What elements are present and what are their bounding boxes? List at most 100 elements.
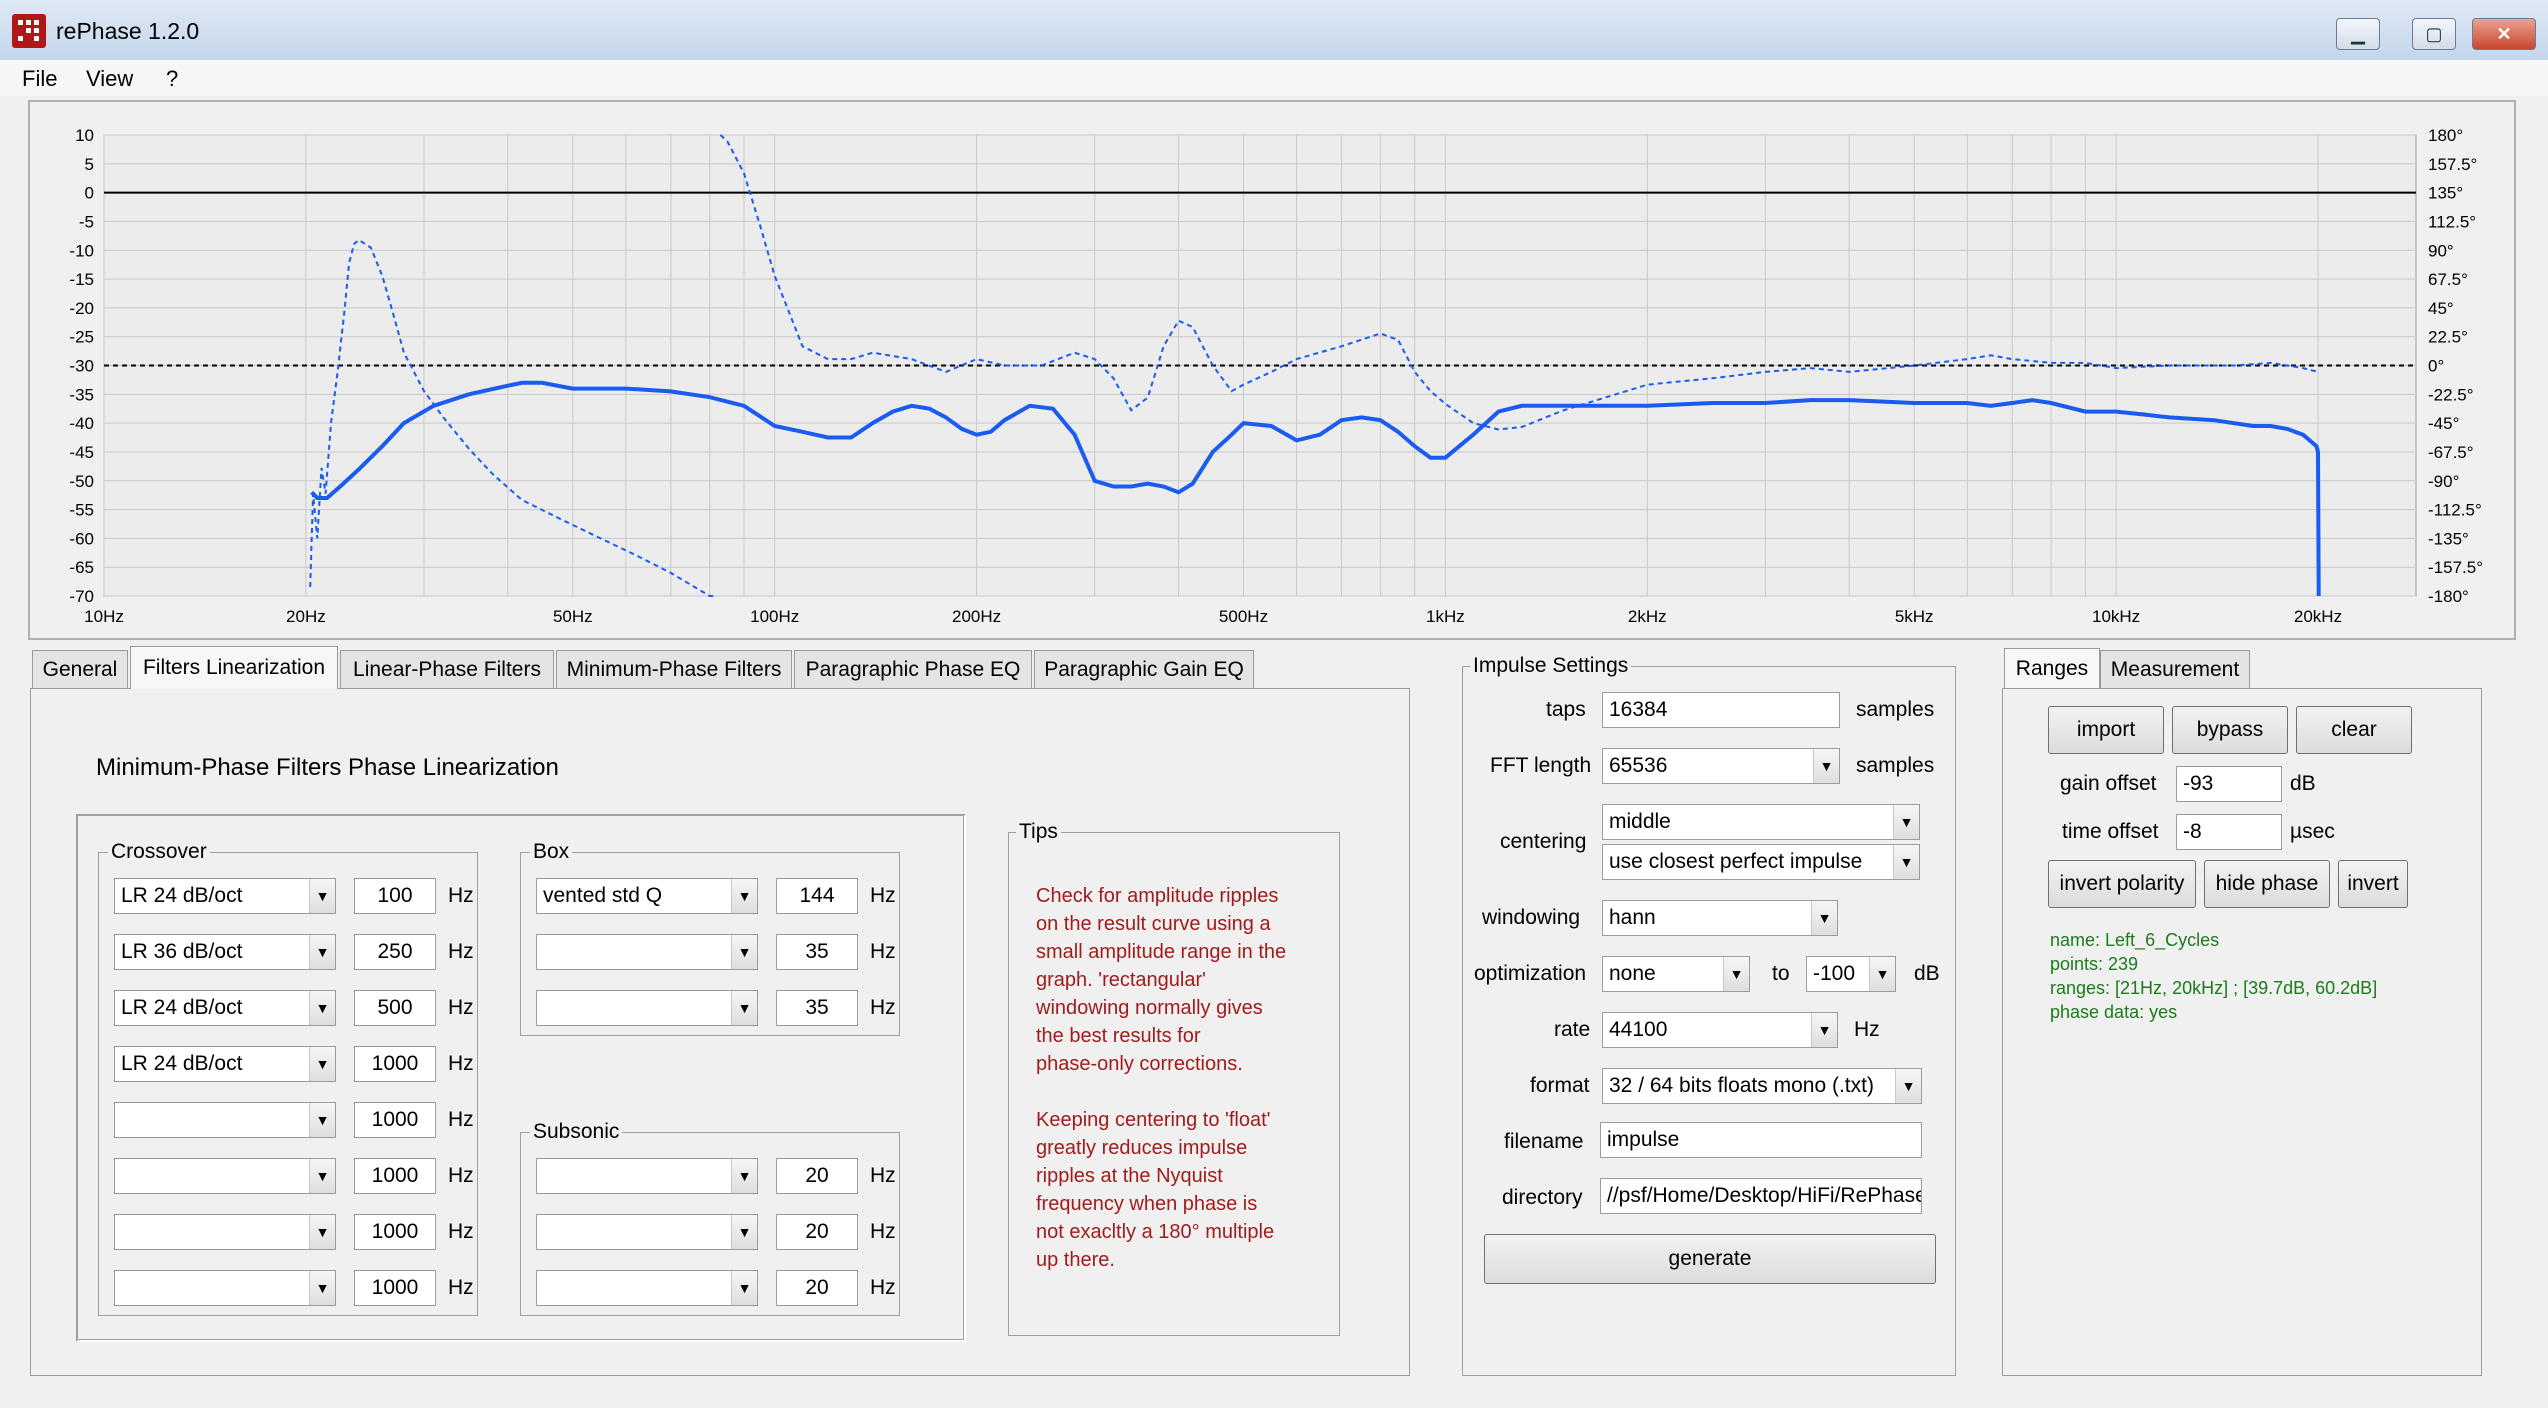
bypass-button[interactable]: bypass <box>2172 706 2288 754</box>
x-tick-label: 5kHz <box>1895 607 1934 626</box>
subsonic-type-select[interactable]: ▼ <box>536 1214 758 1250</box>
tips-line: ripples at the Nyquist <box>1036 1165 1223 1187</box>
box-freq-input[interactable]: 35 <box>776 934 858 970</box>
box-freq-input[interactable]: 144 <box>776 878 858 914</box>
gain-offset-input[interactable]: -93 <box>2176 766 2282 802</box>
tips-line: the best results for <box>1036 1025 1201 1047</box>
subsonic-freq-input[interactable]: 20 <box>776 1214 858 1250</box>
y-tick-label: -60 <box>69 529 94 548</box>
crossover-type-select[interactable]: LR 24 dB/oct ▼ <box>114 990 336 1026</box>
close-button[interactable]: ✕ <box>2472 18 2536 50</box>
crossover-freq-input[interactable]: 1000 <box>354 1046 436 1082</box>
y-tick-label: -20 <box>69 299 94 318</box>
crossover-type-select[interactable]: LR 24 dB/oct ▼ <box>114 878 336 914</box>
chevron-down-icon: ▼ <box>731 1159 757 1193</box>
box-freq-input[interactable]: 35 <box>776 990 858 1026</box>
menu-view[interactable]: View <box>86 66 133 92</box>
title-bar <box>0 0 2548 61</box>
rate-select[interactable]: 44100 ▼ <box>1602 1012 1838 1048</box>
graph-panel[interactable]: 10 180° 5 157.5° 0 135° -5 112.5° -10 90° -15 67.5°… <box>28 100 2516 640</box>
time-offset-input[interactable]: -8 <box>2176 814 2282 850</box>
chevron-down-icon: ▼ <box>309 1271 335 1305</box>
tips-label: Tips <box>1016 820 1061 844</box>
format-label: format <box>1530 1074 1590 1097</box>
crossover-type-select[interactable]: ▼ <box>114 1102 336 1138</box>
x-tick-label: 10Hz <box>84 607 124 626</box>
box-type-select[interactable]: ▼ <box>536 934 758 970</box>
x-tick-label: 50Hz <box>553 607 593 626</box>
crossover-type-select[interactable]: LR 36 dB/oct ▼ <box>114 934 336 970</box>
maximize-button[interactable]: ▢ <box>2412 18 2456 50</box>
crossover-hz-label: Hz <box>448 940 474 963</box>
crossover-hz-label: Hz <box>448 884 474 907</box>
tab-paragraphic-gain-eq[interactable]: Paragraphic Gain EQ <box>1034 650 1254 688</box>
crossover-freq-input[interactable]: 1000 <box>354 1214 436 1250</box>
directory-label: directory <box>1502 1186 1583 1209</box>
tab-linear-phase-filters[interactable]: Linear-Phase Filters <box>340 650 554 688</box>
subsonic-type-select[interactable]: ▼ <box>536 1158 758 1194</box>
filename-input[interactable]: impulse <box>1600 1122 1922 1158</box>
tab-measurement[interactable]: Measurement <box>2100 650 2250 688</box>
y-tick-label: 5 <box>85 155 94 174</box>
chevron-down-icon: ▼ <box>1723 957 1749 991</box>
crossover-freq-input[interactable]: 1000 <box>354 1158 436 1194</box>
y2-tick-label: 22.5° <box>2428 328 2468 347</box>
chevron-down-icon: ▼ <box>309 1159 335 1193</box>
menu-file[interactable]: File <box>22 66 57 92</box>
x-tick-label: 100Hz <box>750 607 799 626</box>
y-tick-label: -40 <box>69 414 94 433</box>
invert-polarity-button[interactable]: invert polarity <box>2048 860 2196 908</box>
minimize-button[interactable]: ▁ <box>2336 18 2380 50</box>
box-type-select[interactable]: ▼ <box>536 990 758 1026</box>
chevron-down-icon: ▼ <box>731 1271 757 1305</box>
optimization-select[interactable]: none ▼ <box>1602 956 1750 992</box>
tips-line: on the result curve using a <box>1036 913 1271 935</box>
taps-input[interactable]: 16384 <box>1602 692 1840 728</box>
centering-select[interactable]: middle ▼ <box>1602 804 1920 840</box>
crossover-type-select[interactable]: LR 24 dB/oct ▼ <box>114 1046 336 1082</box>
box-type-select[interactable]: vented std Q ▼ <box>536 878 758 914</box>
menu-help[interactable]: ? <box>166 66 178 92</box>
subsonic-type-select[interactable]: ▼ <box>536 1270 758 1306</box>
rate-hz-label: Hz <box>1854 1018 1880 1041</box>
crossover-hz-label: Hz <box>448 1164 474 1187</box>
chevron-down-icon: ▼ <box>731 1215 757 1249</box>
y2-tick-label: -135° <box>2428 529 2469 548</box>
crossover-type-select[interactable]: ▼ <box>114 1214 336 1250</box>
centering-mode-select[interactable]: use closest perfect impulse ▼ <box>1602 844 1920 880</box>
import-button[interactable]: import <box>2048 706 2164 754</box>
crossover-freq-input[interactable]: 1000 <box>354 1102 436 1138</box>
tips-line: windowing normally gives <box>1036 997 1263 1019</box>
windowing-select[interactable]: hann ▼ <box>1602 900 1838 936</box>
tab-paragraphic-phase-eq[interactable]: Paragraphic Phase EQ <box>794 650 1032 688</box>
response-graph[interactable]: 10 180° 5 157.5° 0 135° -5 112.5° -10 90° -15 67.5°… <box>30 102 2514 638</box>
crossover-freq-input[interactable]: 250 <box>354 934 436 970</box>
directory-input[interactable]: //psf/Home/Desktop/HiFi/RePhase <box>1600 1178 1922 1214</box>
crossover-freq-input[interactable]: 1000 <box>354 1270 436 1306</box>
fft-length-select[interactable]: 65536 ▼ <box>1602 748 1840 784</box>
crossover-freq-input[interactable]: 100 <box>354 878 436 914</box>
tab-filters-linearization[interactable]: Filters Linearization <box>130 646 338 689</box>
chevron-down-icon: ▼ <box>309 991 335 1025</box>
optimization-db-select[interactable]: -100 ▼ <box>1806 956 1896 992</box>
subsonic-freq-input[interactable]: 20 <box>776 1158 858 1194</box>
crossover-type-select[interactable]: ▼ <box>114 1270 336 1306</box>
subsonic-freq-input[interactable]: 20 <box>776 1270 858 1306</box>
y2-tick-label: -90° <box>2428 472 2459 491</box>
tab-general[interactable]: General <box>32 650 128 688</box>
generate-button[interactable]: generate <box>1484 1234 1936 1284</box>
tab-minimum-phase-filters[interactable]: Minimum-Phase Filters <box>556 650 792 688</box>
hide-phase-button[interactable]: hide phase <box>2204 860 2330 908</box>
info-ranges: ranges: [21Hz, 20kHz] ; [39.7dB, 60.2dB] <box>2050 978 2378 998</box>
format-select[interactable]: 32 / 64 bits floats mono (.txt) ▼ <box>1602 1068 1922 1104</box>
windowing-label: windowing <box>1482 906 1581 929</box>
y2-tick-label: -180° <box>2428 587 2469 606</box>
chevron-down-icon: ▼ <box>731 879 757 913</box>
crossover-freq-input[interactable]: 500 <box>354 990 436 1026</box>
tab-ranges[interactable]: Ranges <box>2004 648 2100 688</box>
invert-button[interactable]: invert <box>2338 860 2408 908</box>
crossover-type-select[interactable]: ▼ <box>114 1158 336 1194</box>
clear-button[interactable]: clear <box>2296 706 2412 754</box>
crossover-hz-label: Hz <box>448 1108 474 1131</box>
taps-samples-label: samples <box>1856 698 1935 721</box>
